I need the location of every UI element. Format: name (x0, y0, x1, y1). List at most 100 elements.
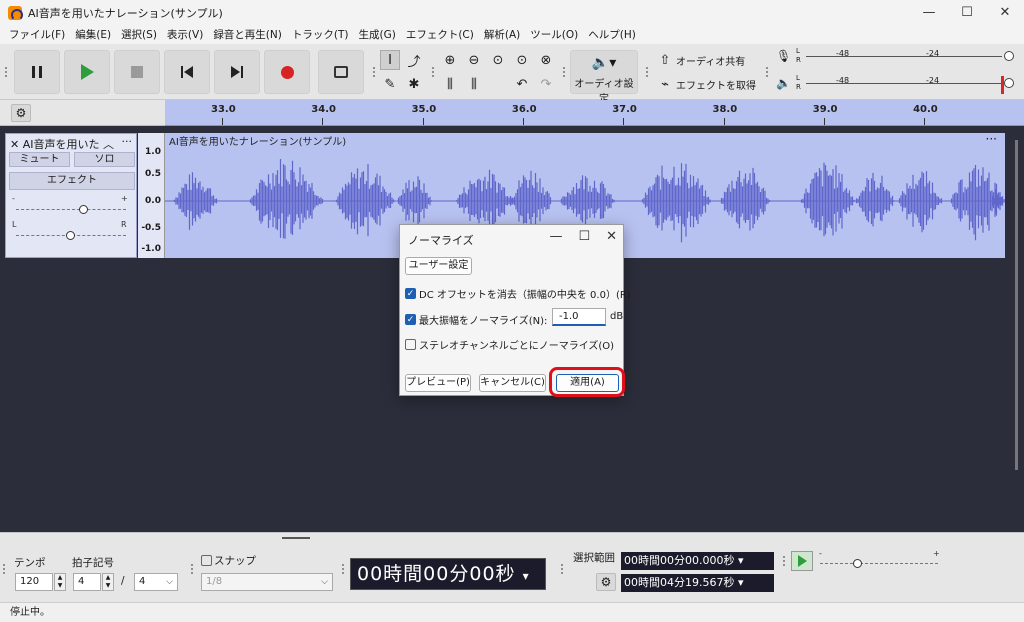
normalize-checkbox[interactable]: ✓ (405, 314, 416, 325)
snap-checkbox[interactable] (201, 555, 212, 566)
time-sig-numerator-spinner[interactable]: ▲ ▼ (102, 573, 114, 591)
gain-slider-knob[interactable] (79, 205, 89, 214)
selection-end-time[interactable]: 00時間04分19.567秒 ▾ (621, 574, 774, 592)
menu-select[interactable]: 選択(S) (116, 27, 162, 42)
speed-slider-knob[interactable] (853, 559, 862, 568)
timeline-options-button[interactable]: ⚙ (11, 104, 31, 122)
silence-icon[interactable]: ⫼ (464, 74, 484, 94)
trim-icon[interactable]: ⫼ (440, 74, 460, 94)
gain-slider[interactable] (16, 205, 126, 214)
menu-tracks[interactable]: トラック(T) (287, 27, 354, 42)
toolbar-grip[interactable] (372, 66, 376, 78)
playback-speed-slider[interactable] (820, 559, 938, 568)
skip-to-end-button[interactable] (214, 50, 260, 94)
play-at-speed-button[interactable] (791, 551, 813, 571)
vertical-scrollbar[interactable] (1015, 140, 1018, 470)
selection-start-time[interactable]: 00時間00分00.000秒 ▾ (621, 552, 774, 570)
snap-select[interactable]: 1/8 ⌵ (201, 573, 333, 591)
pan-slider[interactable] (16, 231, 126, 240)
close-button[interactable]: ✕ (986, 0, 1024, 25)
dc-offset-option[interactable]: ✓ DC オフセットを消去（振幅の中央を 0.0）(R) (405, 286, 631, 301)
record-level-knob[interactable] (1004, 51, 1014, 61)
menu-analyze[interactable]: 解析(A) (479, 27, 525, 42)
draw-tool-icon[interactable]: ✎ (380, 74, 400, 94)
panel-splitter[interactable] (282, 537, 310, 539)
menu-effect[interactable]: エフェクト(C) (401, 27, 479, 42)
loop-button[interactable] (318, 50, 364, 94)
maximize-button[interactable]: ☐ (948, 0, 986, 25)
time-sig-numerator[interactable]: 4 (73, 573, 101, 591)
record-button[interactable] (264, 50, 310, 94)
toolbar-grip[interactable] (562, 66, 566, 78)
solo-button[interactable]: ソロ (74, 152, 135, 167)
tempo-input[interactable]: 120 (15, 573, 53, 591)
collapse-icon[interactable]: ︿ (103, 138, 114, 151)
envelope-tool-icon[interactable]: ⤴ (404, 50, 424, 70)
stereo-option[interactable]: ステレオチャンネルごとにノーマライズ(O) (405, 337, 614, 352)
stereo-checkbox[interactable] (405, 339, 416, 350)
audio-setup-button[interactable]: 🔈▾ オーディオ設定 (570, 50, 638, 105)
chevron-down-icon[interactable]: ▾ (738, 554, 744, 567)
minimize-button[interactable]: — (910, 0, 948, 25)
undo-icon[interactable]: ↶ (512, 74, 532, 94)
menu-view[interactable]: 表示(V) (162, 27, 208, 42)
fit-selection-icon[interactable]: ⊙ (488, 50, 508, 70)
play-button[interactable] (64, 50, 110, 94)
zoom-toggle-icon[interactable]: ⊗ (536, 50, 556, 70)
zoom-out-icon[interactable]: ⊖ (464, 50, 484, 70)
timeline-ruler[interactable]: 33.0 34.0 35.0 36.0 37.0 38.0 39.0 40.0 (165, 100, 1024, 126)
menu-generate[interactable]: 生成(G) (353, 27, 400, 42)
zoom-in-icon[interactable]: ⊕ (440, 50, 460, 70)
menu-tools[interactable]: ツール(O) (525, 27, 583, 42)
normalize-db-input[interactable]: -1.0 (552, 308, 606, 326)
normalize-amplitude-option[interactable]: ✓ 最大振幅をノーマライズ(N): (405, 312, 547, 327)
track-menu-icon[interactable]: ··· (122, 135, 133, 148)
effects-button[interactable]: エフェクト (9, 172, 135, 190)
preview-button[interactable]: プレビュー(P) (405, 374, 471, 392)
title-bar: AI音声を用いたナレーション(サンプル) — ☐ ✕ (0, 0, 1024, 25)
dialog-maximize-button[interactable]: ☐ (578, 229, 590, 244)
fit-project-icon[interactable]: ⊙ (512, 50, 532, 70)
get-effects-button[interactable]: ⌁ エフェクトを取得 (654, 74, 758, 94)
pause-button[interactable] (14, 50, 60, 94)
dialog-minimize-button[interactable]: — (549, 229, 562, 244)
audio-share-button[interactable]: ⇧ オーディオ共有 (654, 50, 758, 70)
skip-to-start-button[interactable] (164, 50, 210, 94)
user-preset-button[interactable]: ユーザー設定 (405, 257, 472, 275)
time-sig-denominator[interactable]: 4 ⌵ (134, 573, 178, 591)
tempo-spinner[interactable]: ▲ ▼ (54, 573, 66, 591)
pan-slider-knob[interactable] (66, 231, 75, 240)
cancel-button[interactable]: キャンセル(C) (479, 374, 546, 392)
playback-meter[interactable]: 🔈 LR -48 -24 (776, 74, 1016, 96)
toolbar-grip[interactable] (765, 66, 769, 78)
dialog-close-button[interactable]: ✕ (606, 229, 617, 244)
toolbar-grip[interactable] (431, 66, 435, 78)
selection-settings-button[interactable]: ⚙ (596, 573, 616, 591)
toolbar-grip[interactable] (341, 563, 345, 575)
menu-help[interactable]: ヘルプ(H) (583, 27, 641, 42)
menu-transport[interactable]: 録音と再生(N) (208, 27, 287, 42)
toolbar-grip[interactable] (560, 563, 564, 575)
multi-tool-icon[interactable]: ✱ (404, 74, 424, 94)
dc-offset-checkbox[interactable]: ✓ (405, 288, 416, 299)
close-track-icon[interactable]: ✕ (10, 138, 23, 151)
stop-button[interactable] (114, 50, 160, 94)
selection-tool-icon[interactable]: I (380, 50, 400, 70)
snap-option[interactable]: スナップ (201, 553, 256, 568)
toolbar-grip[interactable] (190, 563, 194, 575)
chevron-down-icon[interactable]: ▾ (738, 576, 744, 589)
toolbar-grip[interactable] (782, 555, 786, 567)
time-display[interactable]: 00時間00分00秒 ▾ (350, 558, 546, 590)
mute-button[interactable]: ミュート (9, 152, 70, 167)
toolbar-grip[interactable] (4, 66, 8, 78)
playback-level-knob[interactable] (1004, 78, 1014, 88)
menu-edit[interactable]: 編集(E) (70, 27, 116, 42)
track-name[interactable]: ✕ AI音声を用いた ︿ (10, 136, 114, 152)
menu-file[interactable]: ファイル(F) (4, 27, 70, 42)
toolbar-grip[interactable] (645, 66, 649, 78)
track-control-panel[interactable]: ✕ AI音声を用いた ︿ ··· ミュート ソロ エフェクト - + L R (5, 133, 137, 258)
record-meter[interactable]: 🎙 LR -48 -24 (776, 47, 1016, 69)
chevron-down-icon[interactable]: ▾ (523, 569, 530, 583)
toolbar-grip[interactable] (2, 563, 6, 575)
redo-icon[interactable]: ↷ (536, 74, 556, 94)
